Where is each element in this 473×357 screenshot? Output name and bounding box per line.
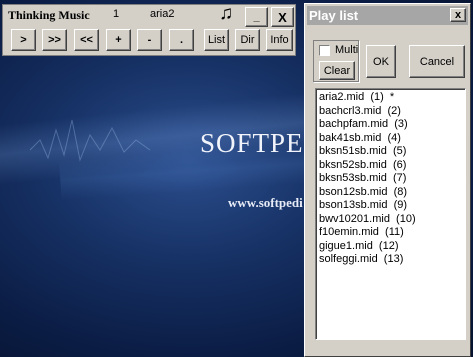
list-item[interactable]: bson13sb.mid (9) [319, 199, 465, 213]
list-item[interactable]: bak41sb.mid (4) [319, 132, 465, 146]
playlist-title: Play list [309, 8, 359, 23]
list-item[interactable]: bachpfam.mid (3) [319, 118, 465, 132]
track-number: 1 [113, 8, 120, 20]
list-item[interactable]: f10emin.mid (11) [319, 226, 465, 240]
next-button[interactable]: >> [42, 29, 67, 51]
playlist-titlebar: Play list x [307, 6, 468, 25]
multi-label: Multi [335, 44, 359, 56]
playlist-close-button[interactable]: x [450, 8, 466, 22]
list-item[interactable]: bksn53sb.mid (7) [319, 172, 465, 186]
clear-button[interactable]: Clear [319, 61, 355, 80]
player-window: Thinking Music 1 aria2 ♫ _ X > >> << + -… [2, 3, 296, 56]
minimize-button[interactable]: _ [245, 7, 268, 27]
playlist-listbox[interactable]: aria2.mid (1) * bachcrl3.mid (2) bachpfam.… [315, 88, 466, 340]
list-item[interactable]: bksn52sb.mid (6) [319, 159, 465, 173]
list-item[interactable]: aria2.mid (1) * [319, 91, 465, 105]
dir-button[interactable]: Dir [235, 29, 260, 51]
list-item[interactable]: bksn51sb.mid (5) [319, 145, 465, 159]
cancel-button[interactable]: Cancel [409, 45, 465, 78]
previous-button[interactable]: << [74, 29, 99, 51]
ok-button[interactable]: OK [366, 45, 396, 78]
volume-down-button[interactable]: - [137, 29, 162, 51]
list-item[interactable]: gigue1.mid (12) [319, 240, 465, 254]
list-button[interactable]: List [204, 29, 229, 51]
wallpaper-brand: SOFTPE [200, 128, 304, 158]
volume-up-button[interactable]: + [106, 29, 131, 51]
music-note-icon: ♫ [219, 3, 234, 24]
player-title: Thinking Music [8, 8, 90, 22]
list-item[interactable]: bwv10201.mid (10) [319, 213, 465, 227]
track-name: aria2 [150, 8, 175, 20]
close-button[interactable]: X [271, 7, 294, 27]
list-item[interactable]: bachcrl3.mid (2) [319, 105, 465, 119]
play-button[interactable]: > [11, 29, 36, 51]
list-item[interactable]: solfeggi.mid (13) [319, 253, 465, 267]
multi-checkbox[interactable] [319, 45, 330, 56]
info-button[interactable]: Info [266, 29, 293, 51]
stop-button[interactable]: . [169, 29, 194, 51]
playlist-window: Play list x Multi Clear OK Cancel aria2.… [304, 3, 471, 357]
wallpaper-url: www.softpedi [228, 195, 303, 210]
list-item[interactable]: bson12sb.mid (8) [319, 186, 465, 200]
